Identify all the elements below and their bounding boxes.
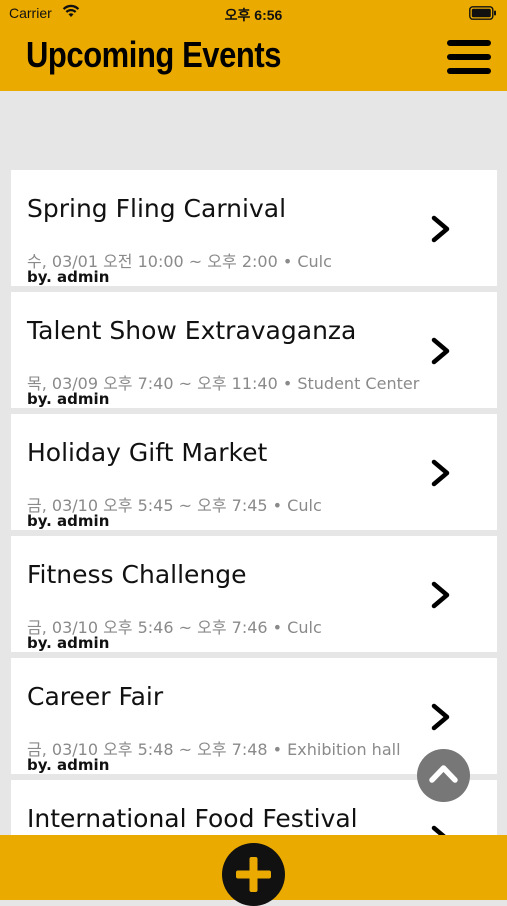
event-title: Spring Fling Carnival	[27, 194, 287, 223]
event-title: Career Fair	[27, 682, 164, 711]
status-bar: Carrier 오후 6:56	[0, 0, 507, 26]
chevron-right-icon	[431, 337, 450, 365]
event-title: Fitness Challenge	[27, 560, 247, 589]
chevron-up-icon	[429, 765, 458, 783]
hamburger-menu-icon[interactable]	[447, 40, 491, 76]
scroll-top-button[interactable]	[417, 749, 470, 802]
event-author: by. admin	[27, 268, 110, 286]
event-author: by. admin	[27, 634, 110, 652]
chevron-right-icon	[431, 825, 446, 835]
bottom-bar	[0, 835, 507, 906]
event-title: Talent Show Extravaganza	[27, 316, 357, 345]
plus-icon	[236, 857, 271, 892]
event-card[interactable]: Spring Fling Carnival 수, 03/01 오전 10:00 …	[11, 170, 497, 286]
chevron-right-icon	[431, 703, 450, 731]
event-title: Holiday Gift Market	[27, 438, 268, 467]
add-event-button[interactable]	[222, 843, 285, 906]
page-title: Upcoming Events	[26, 34, 282, 75]
event-card[interactable]: Talent Show Extravaganza 목, 03/09 오후 7:4…	[11, 292, 497, 408]
event-author: by. admin	[27, 390, 110, 408]
menu-bar	[447, 68, 491, 74]
chevron-right-icon	[431, 581, 450, 609]
event-card[interactable]: Holiday Gift Market 금, 03/10 오후 5:45 ~ 오…	[11, 414, 497, 530]
chevron-right-icon	[431, 215, 450, 243]
chevron-right-icon	[431, 459, 450, 487]
app-header: Upcoming Events	[0, 26, 507, 91]
event-author: by. admin	[27, 512, 110, 530]
menu-bar	[447, 40, 491, 46]
event-title: International Food Festival	[27, 804, 358, 833]
menu-bar	[447, 54, 491, 60]
event-author: by. admin	[27, 756, 110, 774]
event-card[interactable]: Fitness Challenge 금, 03/10 오후 5:46 ~ 오후 …	[11, 536, 497, 652]
battery-icon	[469, 6, 497, 23]
event-list[interactable]: Spring Fling Carnival 수, 03/01 오전 10:00 …	[0, 91, 507, 835]
status-time: 오후 6:56	[224, 7, 283, 23]
